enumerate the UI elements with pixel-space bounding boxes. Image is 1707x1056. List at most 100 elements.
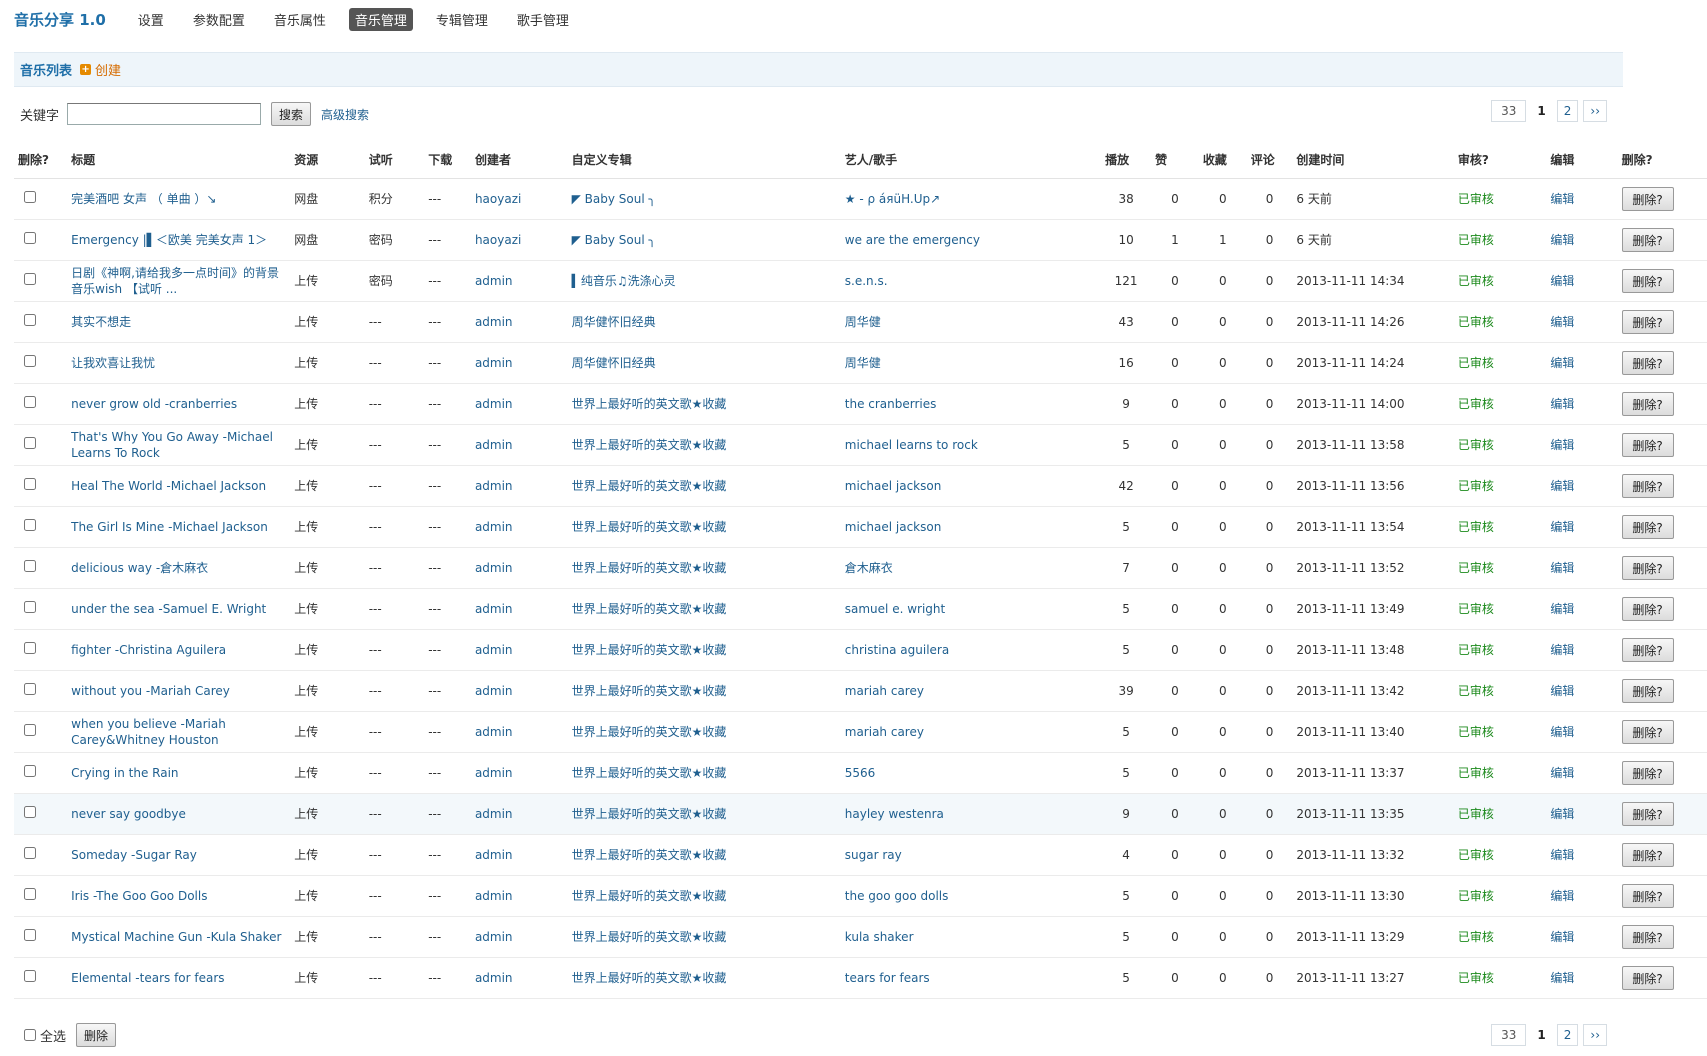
row-title-link[interactable]: delicious way -倉木麻衣 (71, 561, 208, 575)
row-checkbox[interactable] (24, 806, 36, 818)
row-delete-button[interactable]: 删除? (1621, 597, 1674, 621)
row-title-link[interactable]: Heal The World -Michael Jackson (71, 479, 266, 493)
row-album-link[interactable]: 世界上最好听的英文歌★收藏 (572, 930, 727, 944)
row-album-link[interactable]: 世界上最好听的英文歌★收藏 (572, 438, 727, 452)
row-checkbox[interactable] (24, 519, 36, 531)
row-artist-link[interactable]: 5566 (845, 766, 876, 780)
search-button[interactable]: 搜索 (271, 102, 312, 126)
page-2-link[interactable]: 2 (1556, 100, 1579, 122)
row-album-link[interactable]: ◤ Baby Soul ╮ (572, 192, 656, 206)
row-delete-button[interactable]: 删除? (1621, 269, 1674, 293)
row-checkbox[interactable] (24, 847, 36, 859)
row-album-link[interactable]: 世界上最好听的英文歌★收藏 (572, 971, 727, 985)
row-edit-link[interactable]: 编辑 (1550, 766, 1574, 780)
row-delete-button[interactable]: 删除? (1621, 638, 1674, 662)
row-title-link[interactable]: never say goodbye (71, 807, 186, 821)
row-artist-link[interactable]: christina aguilera (845, 643, 949, 657)
row-checkbox[interactable] (24, 642, 36, 654)
bulk-delete-button[interactable]: 删除 (76, 1023, 117, 1047)
row-edit-link[interactable]: 编辑 (1550, 274, 1574, 288)
row-checkbox[interactable] (24, 191, 36, 203)
row-artist-link[interactable]: tears for fears (845, 971, 930, 985)
row-title-link[interactable]: Mystical Machine Gun -Kula Shaker (71, 930, 281, 944)
row-edit-link[interactable]: 编辑 (1550, 602, 1574, 616)
row-delete-button[interactable]: 删除? (1621, 802, 1674, 826)
row-edit-link[interactable]: 编辑 (1550, 848, 1574, 862)
row-title-link[interactable]: Crying in the Rain (71, 766, 178, 780)
row-delete-button[interactable]: 删除? (1621, 433, 1674, 457)
row-checkbox[interactable] (24, 765, 36, 777)
row-artist-link[interactable]: kula shaker (845, 930, 914, 944)
row-title-link[interactable]: 让我欢喜让我忧 (71, 356, 155, 370)
row-artist-link[interactable]: ★ - ρ áяüH.Up↗ (845, 192, 940, 206)
row-artist-link[interactable]: hayley westenra (845, 807, 944, 821)
row-creator-link[interactable]: admin (475, 520, 513, 534)
row-album-link[interactable]: 世界上最好听的英文歌★收藏 (572, 725, 727, 739)
nav-item-music-attrs[interactable]: 音乐属性 (268, 8, 332, 31)
row-edit-link[interactable]: 编辑 (1550, 520, 1574, 534)
create-link[interactable]: 创建 (95, 60, 121, 79)
row-creator-link[interactable]: admin (475, 725, 513, 739)
row-delete-button[interactable]: 删除? (1621, 966, 1674, 990)
row-checkbox[interactable] (24, 232, 36, 244)
nav-item-settings[interactable]: 设置 (132, 8, 170, 31)
row-creator-link[interactable]: admin (475, 315, 513, 329)
row-checkbox[interactable] (24, 355, 36, 367)
row-creator-link[interactable]: admin (475, 356, 513, 370)
row-delete-button[interactable]: 删除? (1621, 884, 1674, 908)
row-album-link[interactable]: 世界上最好听的英文歌★收藏 (572, 889, 727, 903)
row-album-link[interactable]: 世界上最好听的英文歌★收藏 (572, 479, 727, 493)
row-edit-link[interactable]: 编辑 (1550, 684, 1574, 698)
row-album-link[interactable]: 世界上最好听的英文歌★收藏 (572, 602, 727, 616)
row-creator-link[interactable]: admin (475, 602, 513, 616)
row-edit-link[interactable]: 编辑 (1550, 561, 1574, 575)
music-list-link[interactable]: 音乐列表 (20, 60, 72, 79)
row-artist-link[interactable]: michael jackson (845, 479, 942, 493)
row-delete-button[interactable]: 删除? (1621, 474, 1674, 498)
row-artist-link[interactable]: 周华健 (845, 315, 881, 329)
row-creator-link[interactable]: admin (475, 274, 513, 288)
row-edit-link[interactable]: 编辑 (1550, 479, 1574, 493)
row-creator-link[interactable]: admin (475, 848, 513, 862)
row-title-link[interactable]: Someday -Sugar Ray (71, 848, 197, 862)
keyword-input[interactable] (67, 103, 262, 125)
row-delete-button[interactable]: 删除? (1621, 392, 1674, 416)
row-title-link[interactable]: The Girl Is Mine -Michael Jackson (71, 520, 268, 534)
row-title-link[interactable]: without you -Mariah Carey (71, 684, 230, 698)
row-title-link[interactable]: That's Why You Go Away -Michael Learns T… (71, 430, 273, 460)
row-delete-button[interactable]: 删除? (1621, 351, 1674, 375)
row-creator-link[interactable]: admin (475, 807, 513, 821)
row-edit-link[interactable]: 编辑 (1550, 807, 1574, 821)
row-artist-link[interactable]: s.e.n.s. (845, 274, 888, 288)
row-album-link[interactable]: 世界上最好听的英文歌★收藏 (572, 807, 727, 821)
row-artist-link[interactable]: michael jackson (845, 520, 942, 534)
next-page-link[interactable]: ›› (1583, 1024, 1607, 1046)
row-delete-button[interactable]: 删除? (1621, 720, 1674, 744)
row-creator-link[interactable]: admin (475, 479, 513, 493)
row-delete-button[interactable]: 删除? (1621, 761, 1674, 785)
row-album-link[interactable]: 世界上最好听的英文歌★收藏 (572, 520, 727, 534)
row-album-link[interactable]: 世界上最好听的英文歌★收藏 (572, 848, 727, 862)
row-edit-link[interactable]: 编辑 (1550, 397, 1574, 411)
row-creator-link[interactable]: admin (475, 643, 513, 657)
row-edit-link[interactable]: 编辑 (1550, 971, 1574, 985)
row-delete-button[interactable]: 删除? (1621, 679, 1674, 703)
row-artist-link[interactable]: mariah carey (845, 684, 924, 698)
row-checkbox[interactable] (24, 560, 36, 572)
row-album-link[interactable]: 世界上最好听的英文歌★收藏 (572, 397, 727, 411)
row-delete-button[interactable]: 删除? (1621, 187, 1674, 211)
row-edit-link[interactable]: 编辑 (1550, 438, 1574, 452)
row-artist-link[interactable]: samuel e. wright (845, 602, 945, 616)
row-checkbox[interactable] (24, 273, 36, 285)
row-creator-link[interactable]: admin (475, 397, 513, 411)
row-delete-button[interactable]: 删除? (1621, 515, 1674, 539)
row-creator-link[interactable]: admin (475, 561, 513, 575)
row-creator-link[interactable]: admin (475, 766, 513, 780)
advanced-search-link[interactable]: 高级搜索 (321, 106, 369, 123)
row-delete-button[interactable]: 删除? (1621, 925, 1674, 949)
row-creator-link[interactable]: admin (475, 930, 513, 944)
row-album-link[interactable]: 世界上最好听的英文歌★收藏 (572, 643, 727, 657)
row-edit-link[interactable]: 编辑 (1550, 643, 1574, 657)
nav-item-artist-manage[interactable]: 歌手管理 (511, 8, 575, 31)
row-album-link[interactable]: 世界上最好听的英文歌★收藏 (572, 766, 727, 780)
